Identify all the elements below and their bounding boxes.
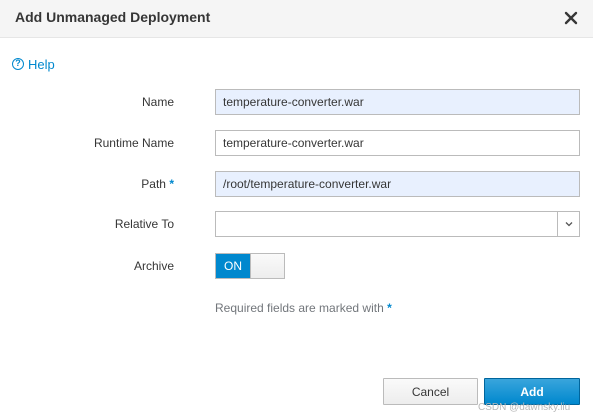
cancel-button[interactable]: Cancel — [383, 378, 478, 405]
close-icon[interactable] — [560, 6, 582, 30]
help-label: Help — [28, 56, 55, 72]
required-note-text: Required fields are marked with — [215, 301, 384, 315]
name-input[interactable] — [215, 89, 580, 115]
question-circle-icon: ? — [12, 58, 24, 70]
path-label-text: Path — [141, 177, 166, 191]
relative-to-label: Relative To — [114, 217, 174, 231]
archive-toggle-knob — [250, 254, 284, 278]
name-label: Name — [141, 95, 174, 109]
relative-to-select[interactable] — [215, 211, 580, 237]
archive-label: Archive — [133, 259, 174, 273]
dialog-title: Add Unmanaged Deployment — [15, 9, 211, 25]
path-required-marker: * — [169, 177, 174, 191]
add-button[interactable]: Add — [484, 378, 580, 405]
add-unmanaged-deployment-dialog: Add Unmanaged Deployment ? Help Name Run… — [0, 0, 593, 418]
dialog-header: Add Unmanaged Deployment — [0, 0, 593, 38]
required-fields-note: Required fields are marked with * — [215, 301, 392, 315]
runtime-name-label: Runtime Name — [93, 136, 174, 150]
archive-toggle-on-label: ON — [216, 254, 250, 278]
chevron-down-icon[interactable] — [557, 212, 579, 236]
path-label: Path * — [0, 171, 174, 197]
help-link[interactable]: ? Help — [12, 55, 55, 73]
archive-toggle[interactable]: ON — [215, 253, 285, 279]
runtime-name-input[interactable] — [215, 130, 580, 156]
required-note-marker: * — [387, 301, 392, 315]
path-input[interactable] — [215, 171, 580, 197]
watermark: CSDN @dawnsky.liu — [478, 402, 571, 413]
